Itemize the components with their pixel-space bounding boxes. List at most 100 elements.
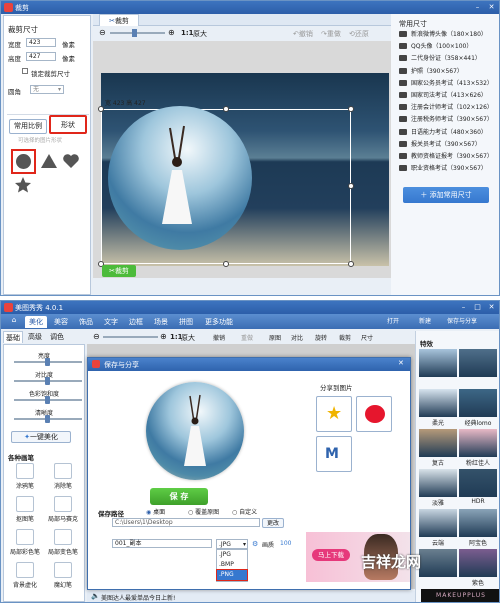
minimize-icon[interactable]: –	[473, 3, 482, 11]
handle-right[interactable]	[348, 183, 354, 189]
brush-tool[interactable]: 背景虚化	[10, 562, 40, 592]
slider-handle[interactable]	[45, 358, 50, 366]
original-size-label[interactable]: 原大	[193, 29, 207, 39]
toolbar-item[interactable]: 裁剪	[339, 333, 351, 342]
size-list-item[interactable]: QQ头像（100×100）	[399, 41, 472, 53]
adjust-slider[interactable]	[14, 415, 82, 423]
adjust-slider[interactable]	[14, 377, 82, 385]
brush-tool[interactable]: 局部彩色笔	[10, 529, 40, 559]
toolbar-item[interactable]: 原图	[269, 333, 281, 342]
path-option[interactable]: ○ 自定义	[232, 507, 257, 516]
subtab[interactable]: 调色	[47, 331, 67, 343]
zoom-in-icon[interactable]: ⊕	[160, 332, 167, 341]
right-tool[interactable]: 打开	[387, 316, 399, 328]
brush-tool[interactable]: 局部变色笔	[48, 529, 78, 559]
menu-tab[interactable]: 饰品	[75, 316, 97, 328]
share-weibo-button[interactable]	[356, 396, 392, 432]
menu-tab[interactable]: 更多功能	[200, 316, 238, 328]
menu-tab[interactable]: 边框	[125, 316, 147, 328]
effect-thumb[interactable]: 淡雅	[419, 469, 457, 507]
effect-thumb[interactable]: 柔光	[419, 389, 457, 427]
path-option[interactable]: ◉ 桌面	[146, 507, 165, 516]
reset-button[interactable]: ⟲还原	[349, 29, 369, 39]
tab-crop[interactable]: ✂裁剪	[99, 14, 139, 26]
tab-shape[interactable]: 形状	[49, 115, 87, 134]
format-select[interactable]: .JPG ▾	[216, 539, 248, 549]
zoom-out-icon[interactable]: ⊖	[93, 332, 100, 341]
handle-top-right[interactable]	[348, 106, 354, 112]
height-input[interactable]: 427	[26, 52, 56, 61]
handle-bottom-right[interactable]	[348, 261, 354, 267]
close-icon[interactable]: ✕	[487, 303, 496, 311]
size-list-item[interactable]: 国家司法考试（413×626）	[399, 90, 487, 102]
original-size-label[interactable]: 原大	[181, 333, 195, 343]
size-list-item[interactable]: 职业资格考试（390×567）	[399, 163, 487, 175]
effect-thumb[interactable]	[419, 549, 457, 587]
slider-handle[interactable]	[45, 396, 50, 404]
size-list-item[interactable]: 二代身份证（358×441）	[399, 53, 481, 65]
handle-top-left[interactable]	[98, 106, 104, 112]
zoom-slider[interactable]	[103, 336, 158, 338]
effect-thumb[interactable]: 云端	[419, 509, 457, 547]
handle-top[interactable]	[223, 106, 229, 112]
menu-tab[interactable]: 拼图	[175, 316, 197, 328]
save-button[interactable]: 保 存	[150, 488, 208, 505]
adjust-slider[interactable]	[14, 396, 82, 404]
right-tool[interactable]: 保存与分享	[447, 316, 477, 328]
menu-tab[interactable]: 美容	[50, 316, 72, 328]
size-list-item[interactable]: 新浪微博头像（180×180）	[399, 29, 487, 41]
size-list-item[interactable]: 国家公务员考试（413×532）	[399, 78, 493, 90]
effect-thumb[interactable]	[459, 349, 497, 387]
share-renren-button[interactable]: M	[316, 436, 352, 472]
redo-button[interactable]: ↷重做	[321, 29, 341, 39]
effect-thumb[interactable]: HDR	[459, 469, 497, 507]
menu-tab[interactable]: 美化	[25, 316, 47, 328]
size-list-item[interactable]: 报关员考试（390×567）	[399, 139, 481, 151]
minimize-icon[interactable]: –	[459, 303, 468, 311]
maximize-icon[interactable]: □	[473, 303, 482, 311]
size-list-item[interactable]: 教师资格证报考（390×567）	[399, 151, 493, 163]
slider-handle[interactable]	[45, 377, 50, 385]
effect-thumb[interactable]: 复古	[419, 429, 457, 467]
menu-tab[interactable]: 场景	[150, 316, 172, 328]
corner-select[interactable]: 无 ▾	[30, 85, 64, 94]
home-icon[interactable]: ⌂	[7, 316, 21, 328]
width-input[interactable]: 423	[26, 38, 56, 47]
close-icon[interactable]: ✕	[487, 3, 496, 11]
format-option[interactable]: .BMP	[217, 560, 247, 570]
triangle-icon[interactable]	[40, 153, 58, 169]
shape-circle-option[interactable]	[11, 149, 36, 174]
path-option[interactable]: ○ 覆盖原图	[188, 507, 219, 516]
add-size-button[interactable]: ＋ 添加常用尺寸	[403, 187, 489, 203]
status-text[interactable]: 美图达人最爱单品今日上新!	[101, 593, 175, 602]
adjust-slider[interactable]	[14, 358, 82, 366]
undo-button[interactable]: ↶撤销	[293, 29, 313, 39]
brush-tool[interactable]: 消除笔	[48, 463, 78, 493]
brush-tool[interactable]: 涂鸦笔	[10, 463, 40, 493]
dialog-close-icon[interactable]: ✕	[398, 359, 404, 367]
format-option[interactable]: .JPG	[217, 550, 247, 560]
effect-thumb[interactable]: 粉红佳人	[459, 429, 497, 467]
subtab[interactable]: 高级	[25, 331, 45, 343]
one-key-beautify-button[interactable]: ✦一键美化	[11, 431, 71, 443]
size-list-item[interactable]: 护照（390×567）	[399, 66, 463, 78]
path-input[interactable]: C:\Users\1\Desktop	[112, 518, 260, 527]
filename-input[interactable]: 001_副本	[112, 539, 212, 548]
slider-handle[interactable]	[45, 415, 50, 423]
menu-tab[interactable]: 文字	[100, 316, 122, 328]
star-icon[interactable]	[14, 176, 32, 193]
download-now-button[interactable]: 马上下载	[312, 549, 350, 561]
crop-frame[interactable]: 宽 423 高 427	[98, 100, 354, 267]
size-list-item[interactable]: 日语能力考试（480×360）	[399, 127, 487, 139]
toolbar-item[interactable]: 重做	[241, 333, 253, 342]
brush-tool[interactable]: 局部马赛克	[48, 496, 78, 526]
crop-apply-button[interactable]: ✂裁剪	[102, 265, 136, 277]
effect-thumb[interactable]: 紫色	[459, 549, 497, 587]
gear-icon[interactable]: ⚙	[252, 540, 258, 548]
share-qzone-button[interactable]: ★	[316, 396, 352, 432]
effect-thumb[interactable]: 经典lomo	[459, 389, 497, 427]
right-tool[interactable]: 新建	[419, 316, 431, 328]
ratio-1-1[interactable]: 1:1	[181, 29, 194, 37]
lock-size-checkbox[interactable]	[22, 68, 28, 74]
subtab[interactable]: 基础	[3, 331, 23, 343]
